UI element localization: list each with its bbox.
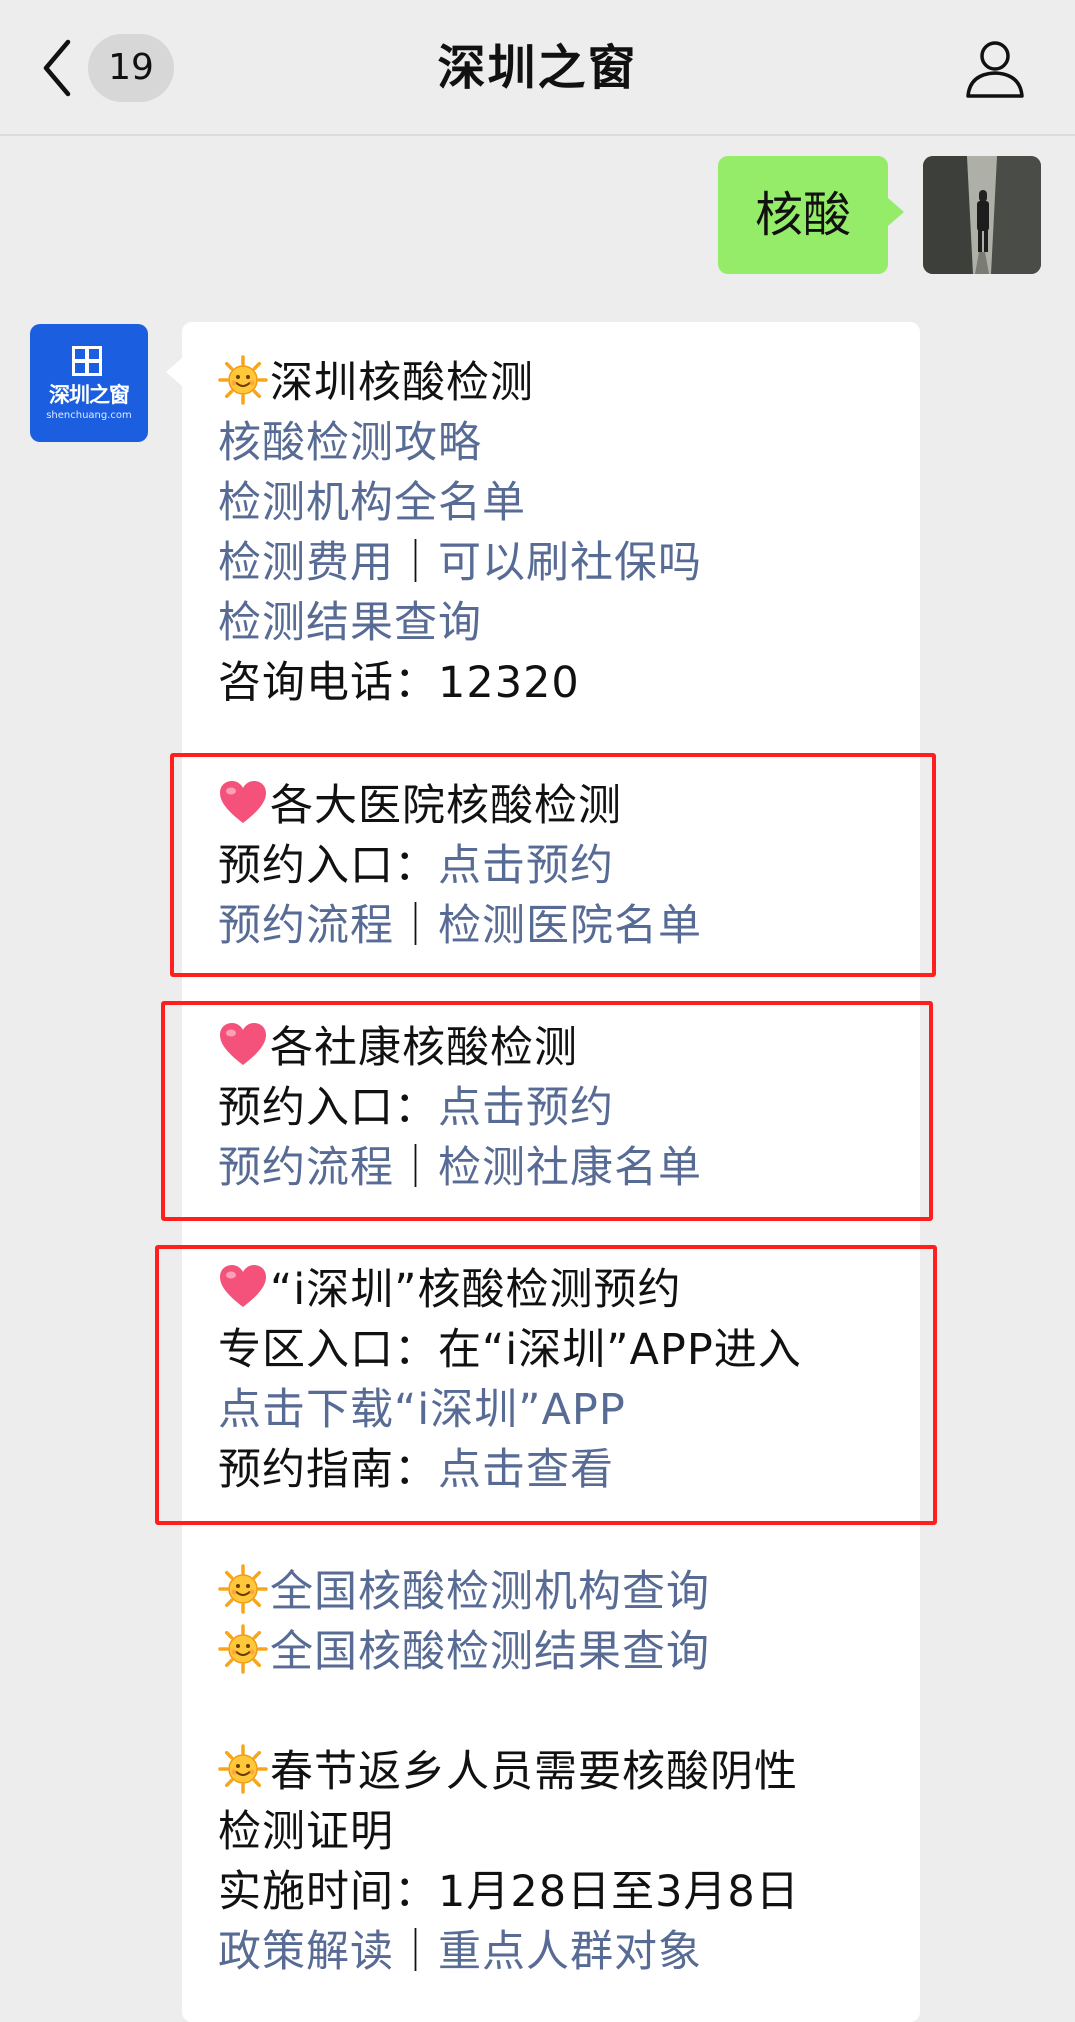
outgoing-message-bubble[interactable]: 核酸 xyxy=(718,156,904,274)
separator: ｜ xyxy=(394,1927,438,1977)
heading-text: 各大医院核酸检测 xyxy=(270,781,622,831)
profile-icon[interactable] xyxy=(962,36,1028,102)
link-download-app[interactable]: 点击下载“i深圳”APP xyxy=(218,1380,626,1440)
implementation-period: 实施时间：1月28日至3月8日 xyxy=(218,1867,800,1917)
policy-row: 政策解读｜重点人群对象 xyxy=(218,1922,702,1982)
entry-label: 预约入口： xyxy=(218,1083,438,1133)
window-logo-icon xyxy=(72,346,102,376)
sun-emoji-icon xyxy=(218,1564,268,1614)
outgoing-message-text: 核酸 xyxy=(754,187,851,243)
account-avatar[interactable]: 深圳之窗 shenchuang.com xyxy=(30,324,148,442)
chat-title: 深圳之窗 xyxy=(437,40,638,96)
guide-label: 预约指南： xyxy=(218,1445,438,1495)
section-heading-ishenzhen: “i深圳”核酸检测预约 xyxy=(218,1260,682,1320)
section-heading-hospital: 各大医院核酸检测 xyxy=(218,776,622,836)
link-hospital-book[interactable]: 点击预约 xyxy=(438,841,614,891)
separator: ｜ xyxy=(394,1143,438,1193)
heading-continuation: 检测证明 xyxy=(218,1807,394,1857)
heart-emoji-icon xyxy=(218,1020,268,1070)
heading-text: 深圳核酸检测 xyxy=(270,358,534,408)
community-entry-row: 预约入口：点击预约 xyxy=(218,1078,614,1138)
separator: ｜ xyxy=(394,538,438,588)
national-institution-row: 全国核酸检测机构查询 xyxy=(218,1562,710,1622)
ishenzhen-zone-text: 专区入口：在“i深圳”APP进入 xyxy=(218,1325,802,1375)
sun-emoji-icon xyxy=(218,1624,268,1674)
nav-bar: 19 深圳之窗 xyxy=(0,0,1075,136)
my-avatar[interactable] xyxy=(923,156,1041,274)
section-heading-spring-festival: 春节返乡人员需要核酸阴性 xyxy=(218,1742,798,1802)
heading-text: “i深圳”核酸检测预约 xyxy=(270,1265,682,1315)
link-national-institution[interactable]: 全国核酸检测机构查询 xyxy=(270,1567,710,1617)
heading-text: 各社康核酸检测 xyxy=(270,1023,578,1073)
guide-row: 预约指南：点击查看 xyxy=(218,1440,614,1500)
fee-row: 检测费用｜可以刷社保吗 xyxy=(218,533,702,593)
heading-text: 春节返乡人员需要核酸阴性 xyxy=(270,1747,798,1797)
hospital-flow-row: 预约流程｜检测医院名单 xyxy=(218,896,702,956)
sun-emoji-icon xyxy=(218,355,268,405)
separator: ｜ xyxy=(394,901,438,951)
account-logo-url: shenchuang.com xyxy=(46,410,132,421)
heart-emoji-icon xyxy=(218,778,268,828)
link-community-book[interactable]: 点击预约 xyxy=(438,1083,614,1133)
hospital-entry-row: 预约入口：点击预约 xyxy=(218,836,614,896)
link-view-guide[interactable]: 点击查看 xyxy=(438,1445,614,1495)
section-heading-community: 各社康核酸检测 xyxy=(218,1018,578,1078)
entry-label: 预约入口： xyxy=(218,841,438,891)
link-social-insurance[interactable]: 可以刷社保吗 xyxy=(438,538,702,588)
link-hospital-flow[interactable]: 预约流程 xyxy=(218,901,394,951)
link-test-guide[interactable]: 核酸检测攻略 xyxy=(218,413,482,473)
link-community-flow[interactable]: 预约流程 xyxy=(218,1143,394,1193)
link-national-result[interactable]: 全国核酸检测结果查询 xyxy=(270,1627,710,1677)
link-policy-interpretation[interactable]: 政策解读 xyxy=(218,1927,394,1977)
community-flow-row: 预约流程｜检测社康名单 xyxy=(218,1138,702,1198)
link-result-query[interactable]: 检测结果查询 xyxy=(218,593,482,653)
hotline-text: 咨询电话：12320 xyxy=(218,658,580,708)
heart-emoji-icon xyxy=(218,1262,268,1312)
account-logo-name: 深圳之窗 xyxy=(49,383,130,407)
my-avatar-photo xyxy=(923,156,1041,274)
link-key-groups[interactable]: 重点人群对象 xyxy=(438,1927,702,1977)
link-test-fee[interactable]: 检测费用 xyxy=(218,538,394,588)
national-result-row: 全国核酸检测结果查询 xyxy=(218,1622,710,1682)
link-institution-list[interactable]: 检测机构全名单 xyxy=(218,473,526,533)
section-heading-shenzhen: 深圳核酸检测 xyxy=(218,353,534,413)
sun-emoji-icon xyxy=(218,1744,268,1794)
link-hospital-list[interactable]: 检测医院名单 xyxy=(438,901,702,951)
link-community-list[interactable]: 检测社康名单 xyxy=(438,1143,702,1193)
